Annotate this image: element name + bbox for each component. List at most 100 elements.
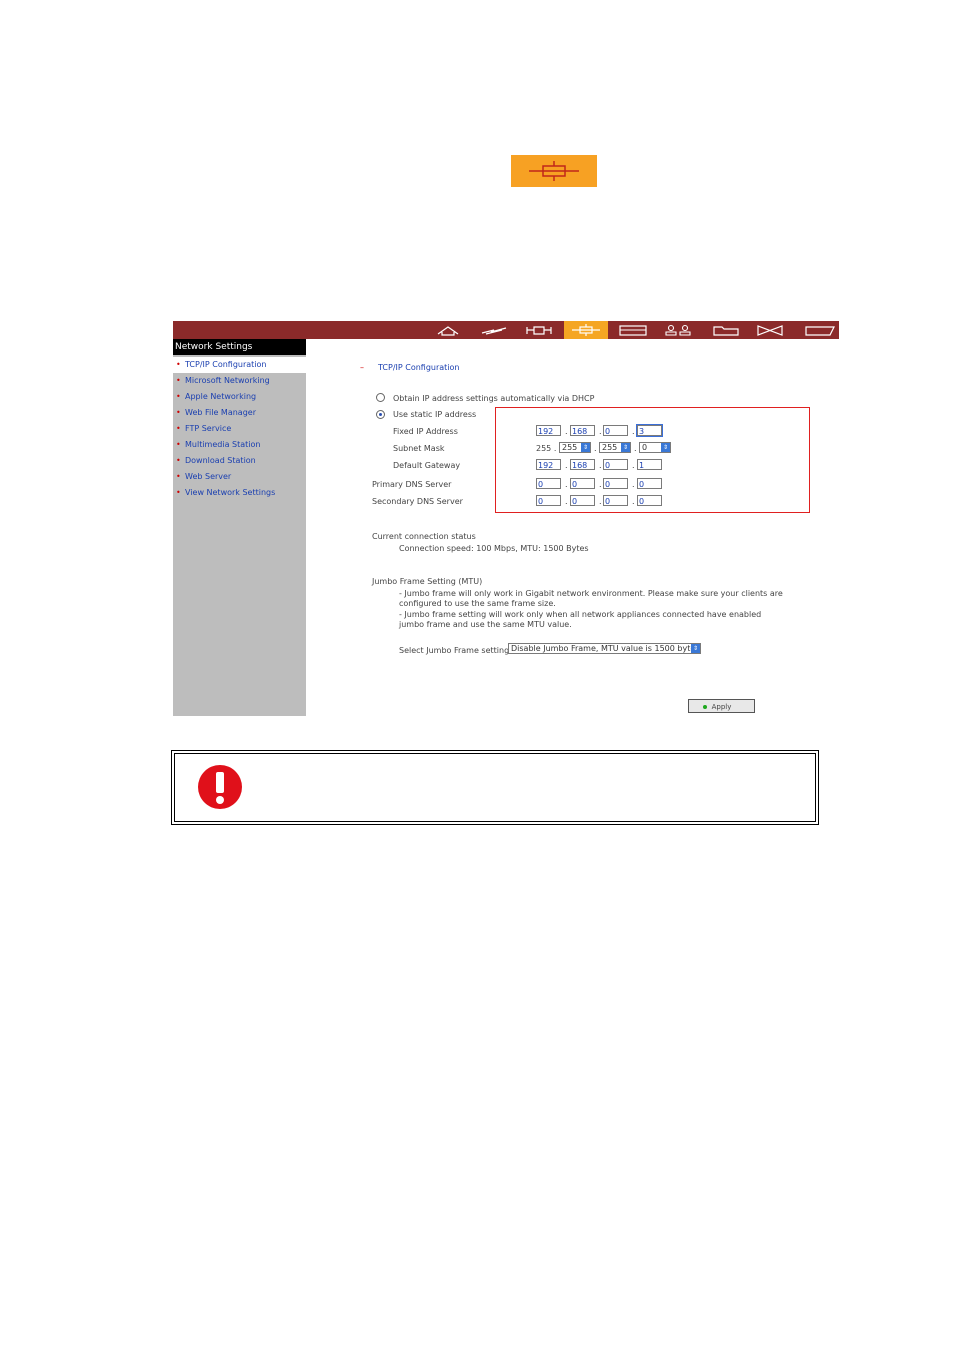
sidebar-item-web-file-manager[interactable]: • Web File Manager (173, 405, 306, 421)
sidebar-item-web-server[interactable]: • Web Server (173, 469, 306, 485)
chevron-updown-icon: ⇕ (691, 644, 700, 653)
bullet-icon: • (176, 408, 181, 417)
sidebar-item-label: Web Server (185, 472, 232, 481)
section-title: TCP/IP Configuration (378, 363, 460, 372)
dhcp-radio[interactable] (376, 393, 385, 402)
connection-status-title: Current connection status (372, 532, 476, 541)
tools-icon[interactable] (748, 321, 792, 339)
nas-admin-screenshot: Network Settings • TCP/IP Configuration •… (173, 321, 839, 716)
sidebar-item-download-station[interactable]: • Download Station (173, 453, 306, 469)
warning-box (171, 750, 819, 825)
fixed-ip-octet-2[interactable]: 168 (570, 425, 595, 436)
jumbo-frame-note-line: - Jumbo frame will only work in Gigabit … (399, 589, 783, 598)
sidebar-item-tcpip[interactable]: • TCP/IP Configuration (173, 357, 306, 373)
jumbo-frame-select[interactable]: Disable Jumbo Frame, MTU value is 1500 b… (508, 643, 701, 654)
ip-dot: . (594, 444, 597, 453)
sidebar-item-apple-networking[interactable]: • Apple Networking (173, 389, 306, 405)
sidebar-item-label: Microsoft Networking (185, 376, 270, 385)
sidebar-item-multimedia-station[interactable]: • Multimedia Station (173, 437, 306, 453)
ip-dot: . (632, 480, 635, 489)
subnet-prefix: 255 . (536, 444, 557, 453)
device-config-icon[interactable] (610, 321, 654, 339)
ip-dot: . (599, 461, 602, 470)
primary-dns-octet-4[interactable]: 0 (637, 478, 662, 489)
collapse-toggle[interactable]: – (360, 363, 364, 373)
sidebar-item-microsoft-networking[interactable]: • Microsoft Networking (173, 373, 306, 389)
primary-dns-octet-3[interactable]: 0 (603, 478, 628, 489)
user-management-icon[interactable] (656, 321, 700, 339)
subnet-octet-4-value: 0 (642, 443, 648, 452)
ip-dot: . (632, 461, 635, 470)
ip-dot: . (565, 461, 568, 470)
secondary-dns-octet-3[interactable]: 0 (603, 495, 628, 506)
dhcp-label: Obtain IP address settings automatically… (393, 394, 595, 403)
sidebar-item-view-network-settings[interactable]: • View Network Settings (173, 485, 306, 501)
subnet-octet-2-select[interactable]: 255 ⇕ (559, 442, 591, 453)
quick-config-icon[interactable] (472, 321, 516, 339)
bullet-icon: • (176, 376, 181, 385)
ip-dot: . (634, 444, 637, 453)
share-folder-icon[interactable] (702, 321, 746, 339)
ip-dot: . (599, 427, 602, 436)
bullet-icon: • (176, 424, 181, 433)
primary-dns-label: Primary DNS Server (372, 480, 452, 489)
fixed-ip-octet-1[interactable]: 192 (536, 425, 561, 436)
secondary-dns-octet-1[interactable]: 0 (536, 495, 561, 506)
fixed-ip-octet-3[interactable]: 0 (603, 425, 628, 436)
jumbo-frame-select-value: Disable Jumbo Frame, MTU value is 1500 b… (511, 644, 700, 653)
static-ip-radio[interactable] (376, 410, 385, 419)
sidebar-title: Network Settings (173, 339, 306, 355)
network-settings-icon (511, 155, 597, 187)
chevron-updown-icon: ⇕ (621, 443, 630, 452)
apply-button[interactable]: Apply (688, 699, 755, 713)
sidebar-item-label: Apple Networking (185, 392, 257, 401)
exclamation-icon (197, 764, 243, 814)
gateway-octet-3[interactable]: 0 (603, 459, 628, 470)
ip-dot: . (565, 427, 568, 436)
ip-dot: . (565, 480, 568, 489)
status-dot-icon (703, 705, 707, 709)
top-nav-bar (173, 321, 839, 339)
subnet-octet-3-value: 255 (602, 443, 618, 452)
chevron-updown-icon: ⇕ (581, 443, 590, 452)
gateway-octet-2[interactable]: 168 (570, 459, 595, 470)
logs-icon[interactable] (794, 321, 838, 339)
gateway-octet-1[interactable]: 192 (536, 459, 561, 470)
sidebar-item-label: FTP Service (185, 424, 232, 433)
ip-dot: . (632, 497, 635, 506)
home-icon[interactable] (426, 321, 470, 339)
ip-dot: . (632, 427, 635, 436)
sidebar-item-label: Multimedia Station (185, 440, 261, 449)
primary-dns-octet-2[interactable]: 0 (570, 478, 595, 489)
jumbo-frame-note-line: - Jumbo frame setting will work only whe… (399, 610, 762, 619)
secondary-dns-octet-4[interactable]: 0 (637, 495, 662, 506)
subnet-octet-3-select[interactable]: 255 ⇕ (599, 442, 631, 453)
sidebar-item-label: TCP/IP Configuration (185, 360, 267, 369)
system-settings-icon[interactable] (518, 321, 562, 339)
subnet-octet-2-value: 255 (562, 443, 578, 452)
bullet-icon: • (176, 440, 181, 449)
sidebar: Network Settings • TCP/IP Configuration •… (173, 339, 306, 716)
jumbo-frame-note-line: jumbo frame and use the same MTU value. (399, 620, 572, 629)
fixed-ip-octet-4[interactable]: 3 (636, 424, 663, 437)
jumbo-frame-select-label: Select Jumbo Frame setting: (399, 646, 512, 655)
ip-dot: . (599, 497, 602, 506)
gateway-octet-4[interactable]: 1 (637, 459, 662, 470)
sidebar-item-ftp-service[interactable]: • FTP Service (173, 421, 306, 437)
primary-dns-octet-1[interactable]: 0 (536, 478, 561, 489)
bullet-icon: • (176, 392, 181, 401)
subnet-mask-label: Subnet Mask (393, 444, 445, 453)
secondary-dns-label: Secondary DNS Server (372, 497, 463, 506)
sidebar-item-label: Web File Manager (185, 408, 256, 417)
bullet-icon: • (176, 360, 181, 369)
subnet-octet-4-select[interactable]: 0 ⇕ (639, 442, 671, 453)
network-settings-icon[interactable] (564, 321, 608, 339)
jumbo-frame-note-line: configured to use the same frame size. (399, 599, 556, 608)
sidebar-item-label: Download Station (185, 456, 256, 465)
gateway-label: Default Gateway (393, 461, 461, 470)
warning-box-inner (174, 753, 816, 822)
bullet-icon: • (176, 456, 181, 465)
ip-dot: . (599, 480, 602, 489)
bullet-icon: • (176, 472, 181, 481)
secondary-dns-octet-2[interactable]: 0 (570, 495, 595, 506)
